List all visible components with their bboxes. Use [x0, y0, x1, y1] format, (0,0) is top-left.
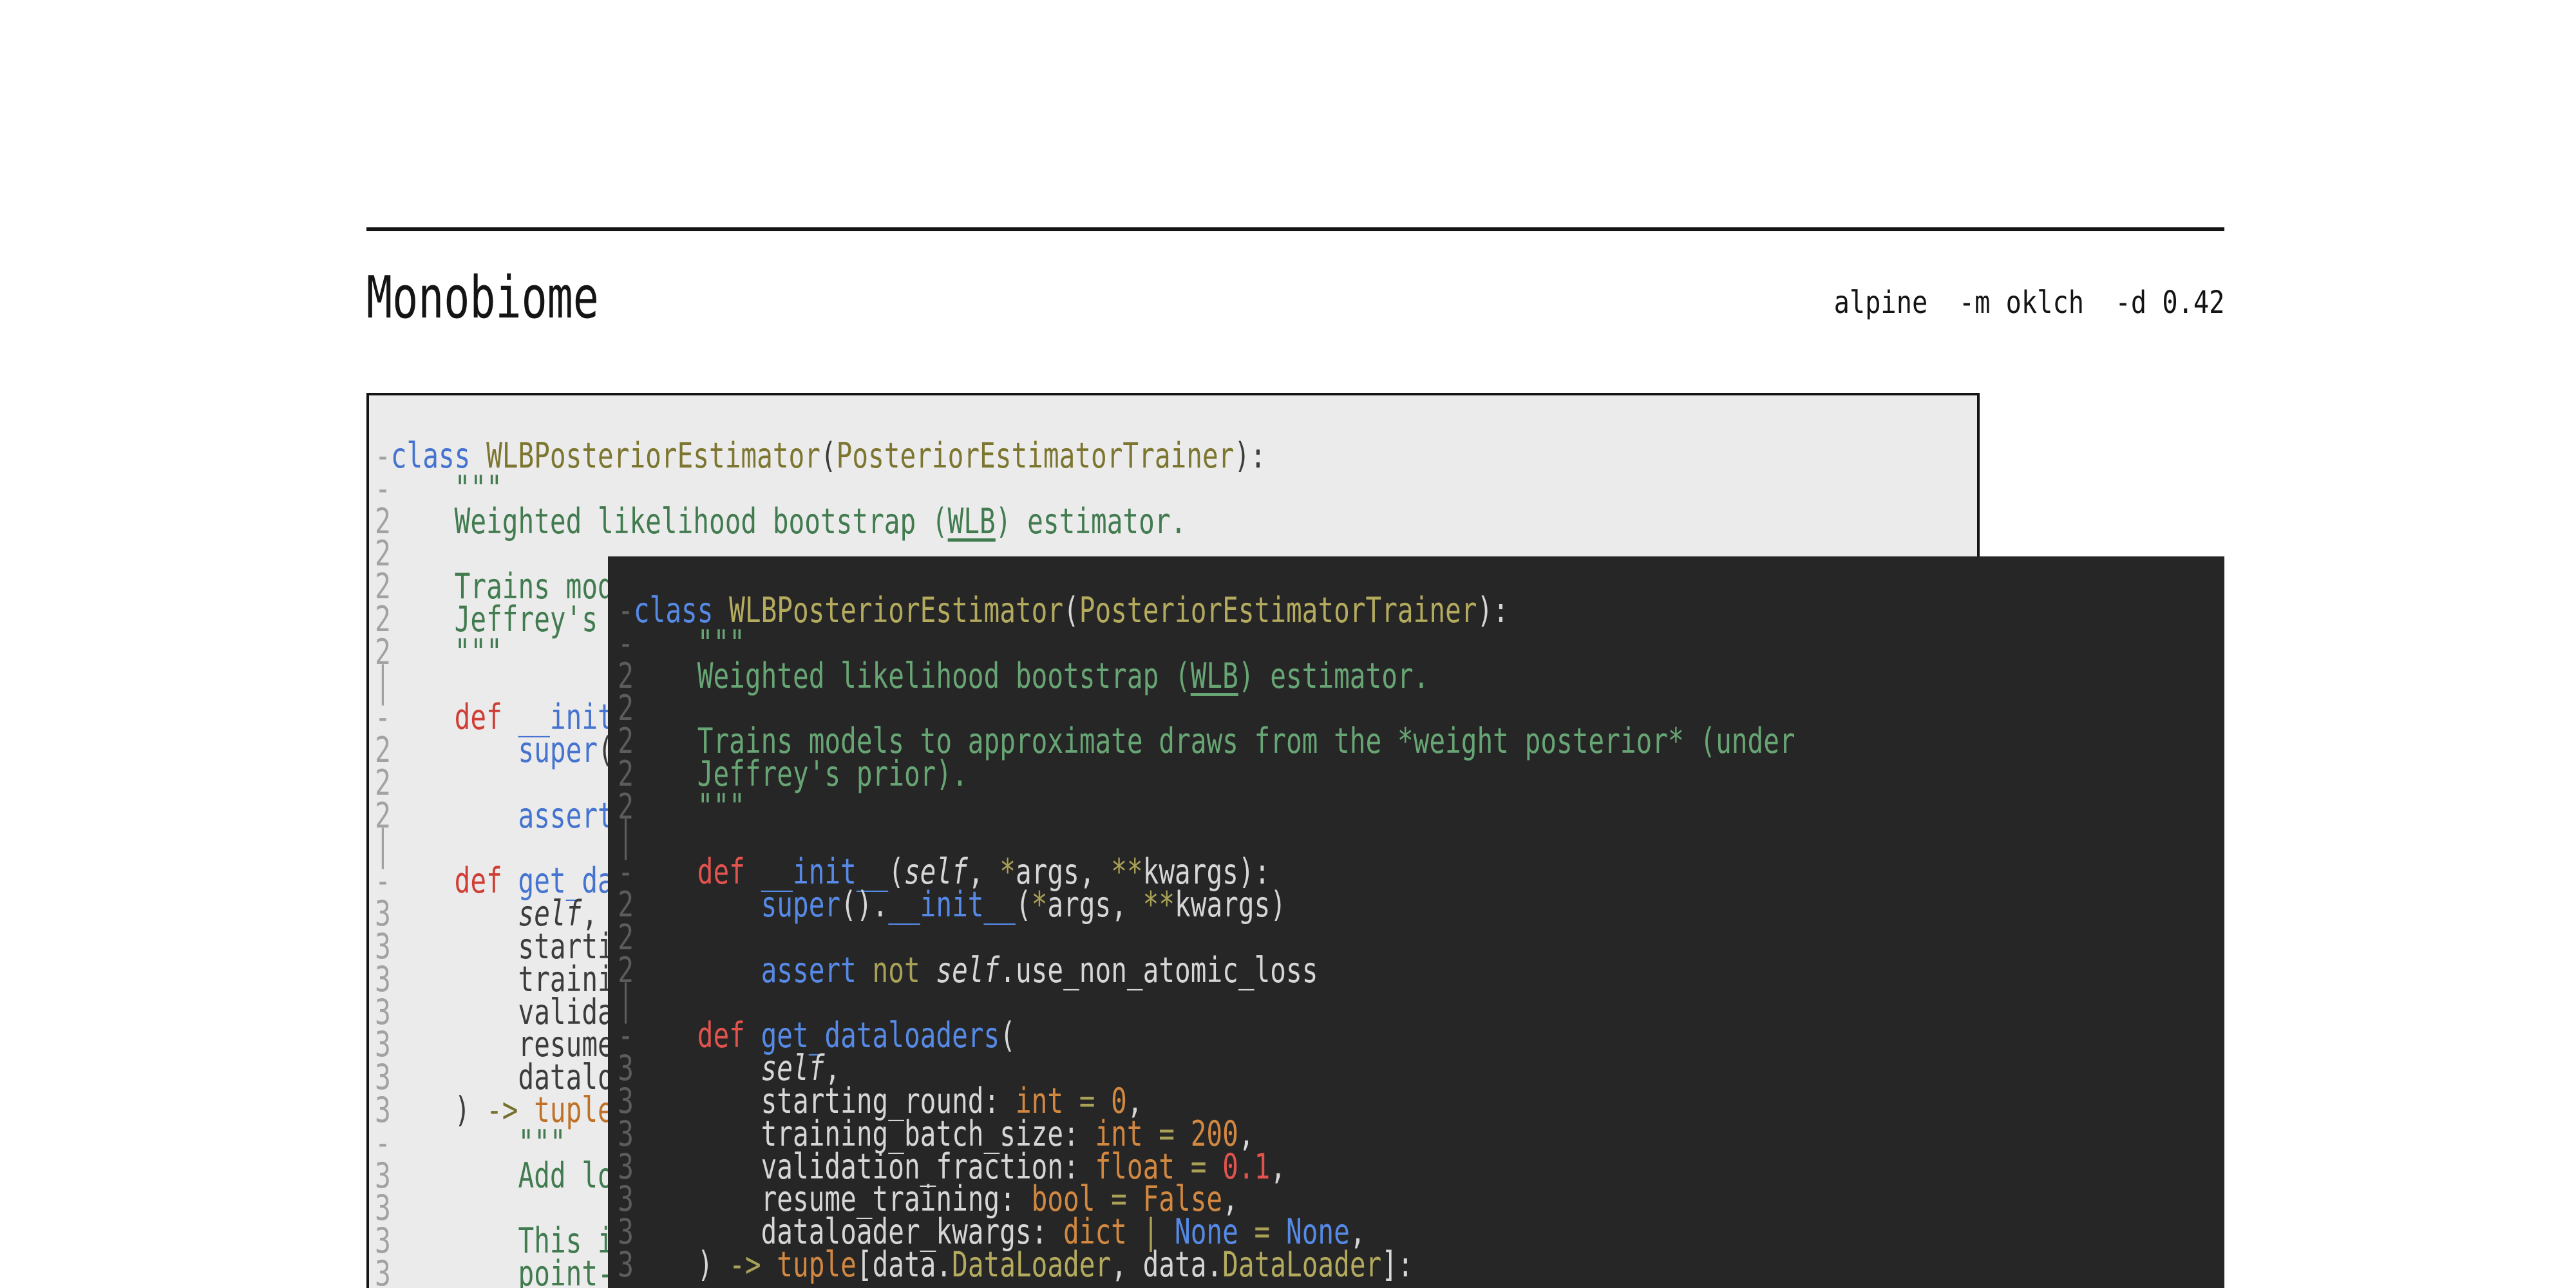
code-token: [634, 950, 761, 990]
code-token: ):: [1477, 590, 1508, 630]
code-token: not: [873, 950, 920, 990]
code-token: Add lo: [391, 1155, 614, 1196]
code-token: Weighted likelihood bootstrap (: [391, 501, 948, 542]
code-token: ) estimator.: [1238, 656, 1430, 696]
code-token: ().: [840, 884, 888, 925]
code-token: DataLoader: [1222, 1244, 1381, 1285]
code-token: [761, 1244, 777, 1285]
code-token: assert: [518, 795, 614, 836]
code-token: (: [820, 435, 837, 476]
code-panel-dark: -class WLBPosteriorEstimator(PosteriorEs…: [608, 556, 2224, 1288]
code-token: [920, 950, 936, 990]
code-token: PosteriorEstimatorTrainer: [837, 435, 1235, 476]
code-token: DataLoader: [952, 1244, 1111, 1285]
code-line: -class WLBPosteriorEstimator(PosteriorEs…: [375, 440, 1980, 473]
code-token: ]:: [1381, 1244, 1413, 1285]
code-token: super: [761, 884, 841, 925]
code-token: ,: [1270, 1146, 1286, 1187]
code-token: ->: [729, 1244, 761, 1285]
code-token: .use_non_atomic_loss: [999, 950, 1318, 990]
code-block-dark: -class WLBPosteriorEstimator(PosteriorEs…: [608, 556, 2224, 1282]
theme-settings-readout: alpine -m oklch -d 0.42: [1759, 287, 2224, 318]
code-line: - def get_dataloaders(: [618, 1019, 2224, 1052]
gutter-cell: 3: [375, 1253, 391, 1288]
code-line: -class WLBPosteriorEstimator(PosteriorEs…: [618, 594, 2224, 627]
code-line: 2 """: [618, 791, 2224, 824]
code-token: **: [1143, 884, 1175, 925]
code-token: kwargs): [1175, 884, 1286, 925]
code-line: 2 Weighted likelihood bootstrap (WLB) es…: [618, 660, 2224, 693]
code-line: 2 assert not self.use_non_atomic_loss: [618, 954, 2224, 987]
code-token: WLBPosteriorEstimator: [729, 590, 1063, 630]
code-token: assert: [761, 950, 857, 990]
code-token: ):: [1234, 435, 1265, 476]
code-token: WLBPosteriorEstimator: [486, 435, 820, 476]
code-token: args,: [1047, 884, 1142, 925]
code-token: point-: [391, 1253, 614, 1288]
code-token: [634, 884, 761, 925]
code-token: tuple: [777, 1244, 857, 1285]
code-token: super: [518, 730, 598, 770]
header-rule: [366, 227, 2224, 231]
code-token: self: [936, 950, 999, 990]
code-token: (: [1063, 590, 1079, 630]
code-line: 2 super().__init__(*args, **kwargs): [618, 889, 2224, 922]
page-title-text: Monobiome: [366, 269, 599, 327]
code-token: """: [634, 786, 745, 827]
code-token: [391, 730, 518, 770]
code-token: ): [634, 1244, 729, 1285]
gutter-cell: 3: [618, 1244, 634, 1285]
code-token: WLB: [1191, 656, 1238, 696]
code-token: ) estimator.: [996, 501, 1187, 542]
code-line: 2 Jeffrey's prior).: [618, 758, 2224, 791]
code-token: (: [1016, 884, 1032, 925]
code-token: WLB: [948, 501, 996, 542]
code-token: [857, 950, 873, 990]
code-line: 3 ) -> tuple[data.DataLoader, data.DataL…: [618, 1249, 2224, 1282]
code-token: PosteriorEstimatorTrainer: [1079, 590, 1477, 630]
code-token: __init__: [888, 884, 1016, 925]
page: Monobiome alpine -m oklch -d 0.42 -class…: [0, 0, 2576, 1288]
code-line: 2 Weighted likelihood bootstrap (WLB) es…: [375, 506, 1980, 538]
theme-settings-text: alpine -m oklch -d 0.42: [1833, 287, 2224, 318]
page-title: Monobiome: [366, 269, 681, 327]
code-token: (: [999, 1015, 1016, 1056]
code-token: *: [1032, 884, 1048, 925]
code-token: , data.: [1111, 1244, 1222, 1285]
code-token: """: [391, 632, 502, 672]
code-token: [391, 795, 518, 836]
code-token: [data.: [857, 1244, 952, 1285]
code-token: Weighted likelihood bootstrap (: [634, 656, 1191, 696]
